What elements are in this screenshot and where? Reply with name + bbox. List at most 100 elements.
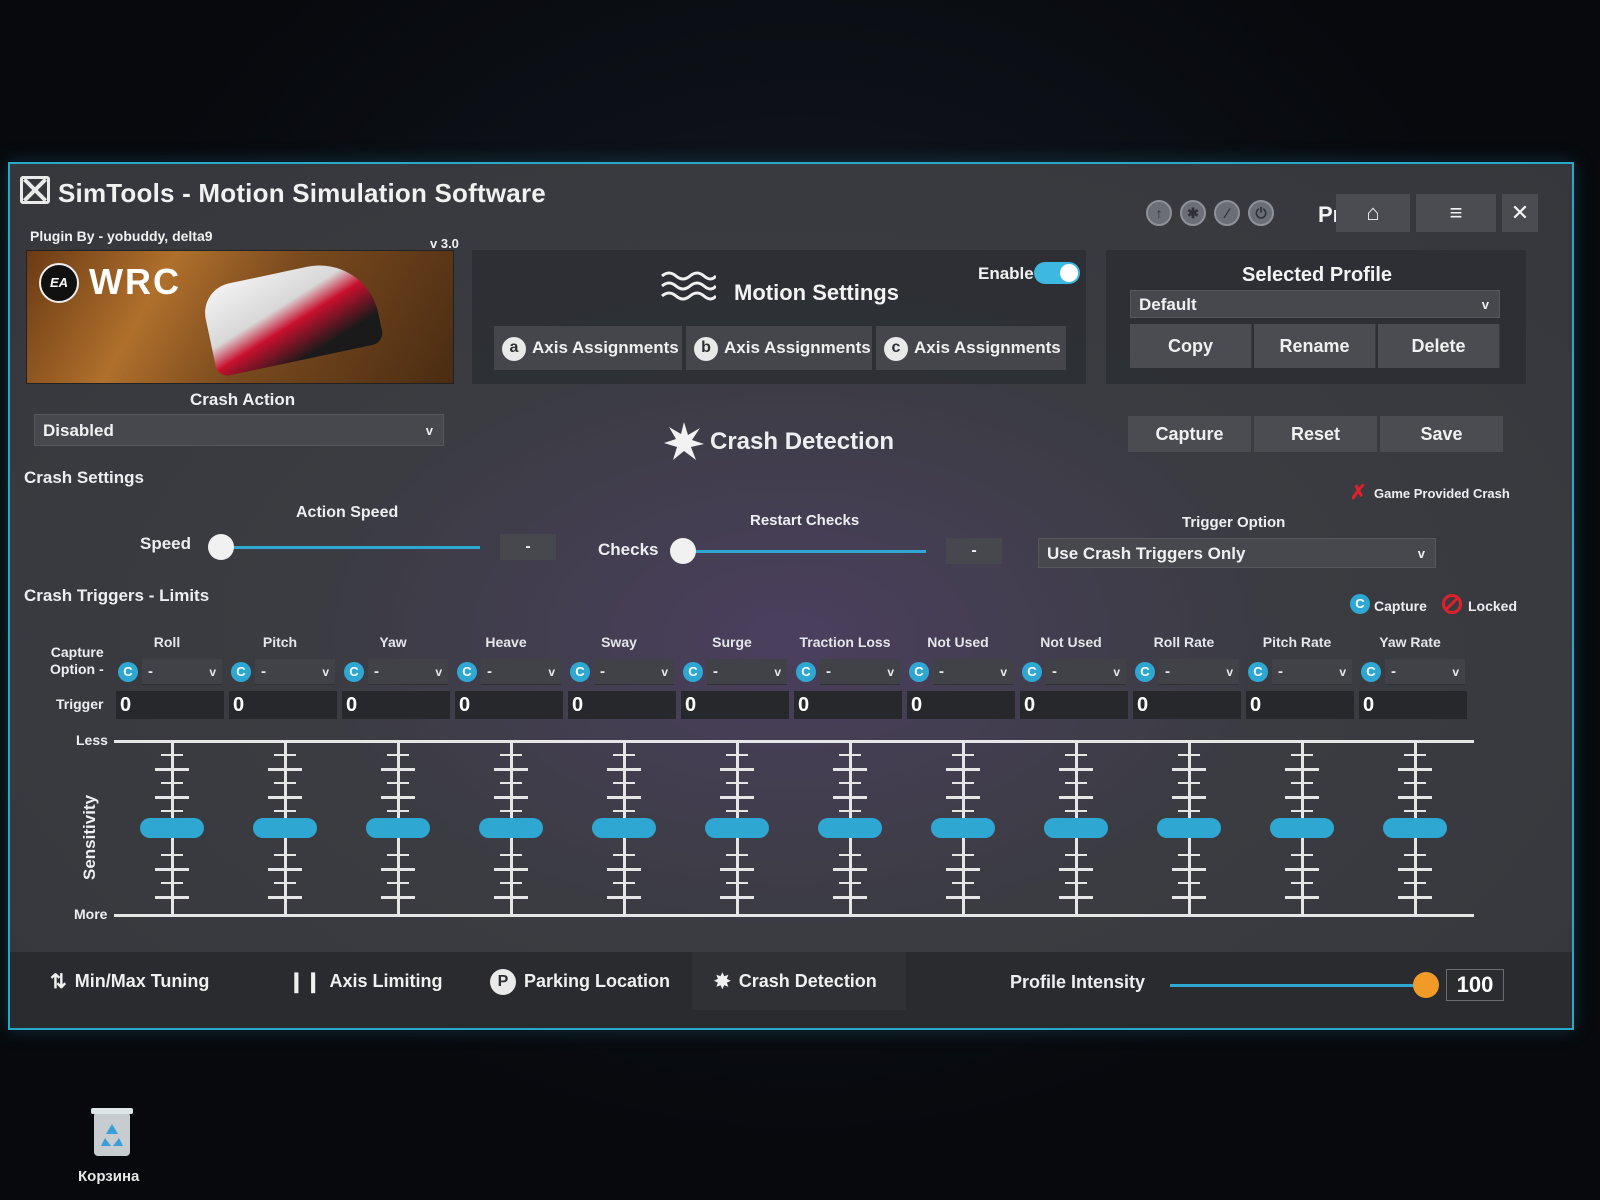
profile-select[interactable]: Default v: [1130, 290, 1500, 318]
capture-option-select[interactable]: -v: [1272, 659, 1352, 685]
capture-toggle-icon[interactable]: C: [1361, 662, 1381, 682]
trigger-input[interactable]: 0: [1020, 691, 1128, 719]
rally-car-image: [199, 254, 385, 378]
sensitivity-tick: [1398, 796, 1432, 799]
home-button[interactable]: ⌂: [1336, 194, 1410, 232]
trigger-input[interactable]: 0: [794, 691, 902, 719]
capture-option-select[interactable]: -v: [707, 659, 787, 685]
sensitivity-tick: [833, 896, 867, 899]
sensitivity-slider-handle[interactable]: [366, 818, 430, 838]
capture-option-select[interactable]: -v: [1385, 659, 1465, 685]
capture-toggle-icon[interactable]: C: [796, 662, 816, 682]
sensitivity-tick: [1172, 868, 1206, 871]
chevron-down-icon: v: [1452, 665, 1459, 679]
trigger-input[interactable]: 0: [568, 691, 676, 719]
checks-slider-handle[interactable]: [670, 538, 696, 564]
more-label: More: [74, 906, 108, 922]
axis-bars-icon: ❙❙: [288, 971, 322, 994]
trigger-input[interactable]: 0: [1246, 691, 1354, 719]
sensitivity-tick: [274, 882, 296, 884]
delete-button[interactable]: Delete: [1378, 324, 1500, 368]
capture-option-select[interactable]: -v: [933, 659, 1013, 685]
copy-button[interactable]: Copy: [1130, 324, 1252, 368]
sensitivity-slider-handle[interactable]: [705, 818, 769, 838]
trigger-input[interactable]: 0: [681, 691, 789, 719]
capture-toggle-icon[interactable]: C: [683, 662, 703, 682]
capture-option-select[interactable]: -v: [1159, 659, 1239, 685]
letter-c-icon: c: [884, 336, 908, 361]
capture-option-select[interactable]: -v: [142, 659, 222, 685]
capture-toggle-icon[interactable]: C: [570, 662, 590, 682]
menu-button[interactable]: ≡: [1416, 194, 1496, 232]
capture-option-select[interactable]: -v: [255, 659, 335, 685]
sensitivity-slider-handle[interactable]: [479, 818, 543, 838]
intensity-slider-track[interactable]: [1170, 984, 1426, 987]
simtools-window: SimTools - Motion Simulation Software ↑ …: [8, 162, 1574, 1030]
trigger-input[interactable]: 0: [342, 691, 450, 719]
tab-axis-assignments-a[interactable]: a Axis Assignments: [494, 326, 682, 370]
sensitivity-tick: [500, 810, 522, 812]
capture-button[interactable]: Capture: [1128, 416, 1252, 452]
capture-toggle-icon[interactable]: C: [909, 662, 929, 682]
save-button[interactable]: Save: [1380, 416, 1504, 452]
tab-crash-detection[interactable]: ✸ Crash Detection: [692, 952, 906, 1010]
capture-toggle-icon[interactable]: C: [344, 662, 364, 682]
crash-triggers-title: Crash Triggers - Limits: [24, 586, 210, 605]
trigger-input[interactable]: 0: [455, 691, 563, 719]
tab-axis-assignments-b[interactable]: b Axis Assignments: [686, 326, 872, 370]
sensitivity-tick: [952, 754, 974, 756]
wrench-icon[interactable]: ∕: [1214, 200, 1240, 226]
capture-toggle-icon[interactable]: C: [1135, 662, 1155, 682]
capture-option-select[interactable]: -v: [1046, 659, 1126, 685]
capture-option-select[interactable]: -v: [368, 659, 448, 685]
capture-legend-icon: C: [1350, 594, 1370, 614]
capture-option-select[interactable]: -v: [594, 659, 674, 685]
capture-toggle-icon[interactable]: C: [231, 662, 251, 682]
checks-slider-track[interactable]: [682, 550, 926, 553]
crash-action-select[interactable]: Disabled v: [34, 414, 444, 446]
sensitivity-slider-handle[interactable]: [1044, 818, 1108, 838]
sensitivity-slider-handle[interactable]: [1157, 818, 1221, 838]
reset-button[interactable]: Reset: [1254, 416, 1378, 452]
enable-toggle[interactable]: [1034, 262, 1080, 284]
recycle-bin-icon[interactable]: [88, 1104, 136, 1160]
title-bar: SimTools - Motion Simulation Software ↑ …: [10, 164, 1572, 232]
arrow-up-icon[interactable]: ↑: [1146, 200, 1172, 226]
trigger-option-select[interactable]: Use Crash Triggers Only v: [1038, 538, 1436, 568]
capture-toggle-icon[interactable]: C: [1248, 662, 1268, 682]
sensitivity-slider-handle[interactable]: [253, 818, 317, 838]
trigger-input[interactable]: 0: [116, 691, 224, 719]
rename-button[interactable]: Rename: [1254, 324, 1376, 368]
trigger-input[interactable]: 0: [1133, 691, 1241, 719]
tab-min-max-tuning[interactable]: ⇅ Min/Max Tuning: [50, 952, 209, 1010]
capture-option-select[interactable]: -v: [820, 659, 900, 685]
letter-b-icon: b: [694, 336, 718, 361]
trigger-input[interactable]: 0: [1359, 691, 1467, 719]
power-icon[interactable]: ⏻: [1248, 200, 1274, 226]
sensitivity-slider-handle[interactable]: [140, 818, 204, 838]
minmax-arrows-icon: ⇅: [50, 971, 67, 994]
capture-toggle-icon[interactable]: C: [118, 662, 138, 682]
sensitivity-slider-handle[interactable]: [1270, 818, 1334, 838]
tab-axis-limiting[interactable]: ❙❙ Axis Limiting: [288, 952, 443, 1010]
tab-axis-assignments-c[interactable]: c Axis Assignments: [876, 326, 1066, 370]
close-button[interactable]: ✕: [1502, 194, 1538, 232]
tab-parking-location[interactable]: P Parking Location: [490, 952, 670, 1010]
speed-slider-handle[interactable]: [208, 534, 234, 560]
sensitivity-slider-handle[interactable]: [931, 818, 995, 838]
capture-toggle-icon[interactable]: C: [457, 662, 477, 682]
trigger-input[interactable]: 0: [907, 691, 1015, 719]
sensitivity-tick: [833, 796, 867, 799]
sensitivity-tick: [161, 810, 183, 812]
sensitivity-slider-handle[interactable]: [818, 818, 882, 838]
sensitivity-slider-handle[interactable]: [592, 818, 656, 838]
sensitivity-slider-handle[interactable]: [1383, 818, 1447, 838]
capture-option-select[interactable]: -v: [481, 659, 561, 685]
gear-icon[interactable]: ✱: [1180, 200, 1206, 226]
intensity-slider-handle[interactable]: [1413, 972, 1439, 998]
column-header: Yaw Rate: [1379, 634, 1441, 650]
capture-toggle-icon[interactable]: C: [1022, 662, 1042, 682]
sensitivity-tick: [268, 868, 302, 871]
trigger-input[interactable]: 0: [229, 691, 337, 719]
speed-slider-track[interactable]: [220, 546, 480, 549]
